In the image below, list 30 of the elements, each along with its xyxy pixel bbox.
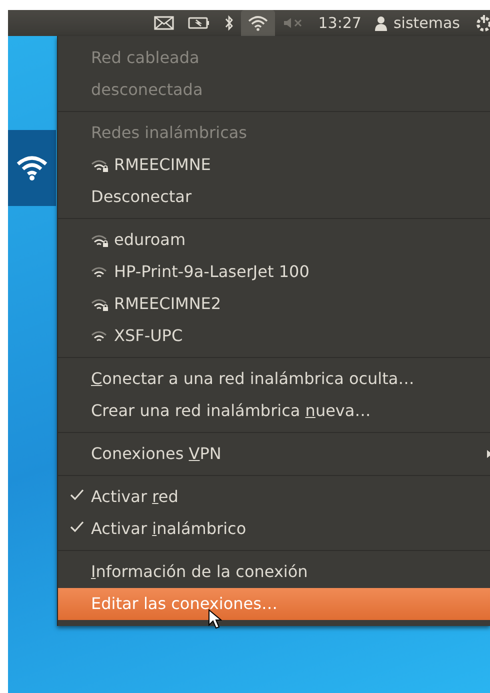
menu-item[interactable]: Conectar a una red inalámbrica oculta…	[58, 363, 490, 395]
check-icon	[70, 521, 84, 533]
check-icon	[70, 489, 84, 501]
menu-item[interactable]: XSF-UPC	[58, 320, 490, 352]
launcher-item[interactable]	[8, 130, 56, 206]
user-icon	[375, 16, 388, 30]
menu-item[interactable]: HP-Print-9a-LaserJet 100	[58, 256, 490, 288]
menu-label: Red cableada	[91, 47, 200, 69]
menu-label: desconectada	[91, 79, 203, 101]
menu-item[interactable]: Crear una red inalámbrica nueva…	[58, 395, 490, 427]
user-name[interactable]: sistemas	[390, 12, 467, 34]
wifi-icon	[16, 155, 48, 181]
menu-item[interactable]: RMEECIMNE	[58, 149, 490, 181]
wifi-icon	[248, 16, 268, 30]
mail-icon	[154, 16, 174, 30]
menu-item[interactable]: Información de la conexión	[58, 556, 490, 588]
menu-item[interactable]: eduroam	[58, 224, 490, 256]
clock[interactable]: 13:27	[311, 12, 368, 34]
menu-item[interactable]: Activar inalámbrico	[58, 513, 490, 545]
mouse-cursor-icon	[208, 609, 222, 629]
bluetooth-icon	[224, 15, 234, 31]
menu-item[interactable]: Desconectar	[58, 181, 490, 213]
menu-item[interactable]: Activar red	[58, 481, 490, 513]
gear-icon	[474, 14, 490, 32]
menu-item[interactable]: RMEECIMNE2	[58, 288, 490, 320]
battery-icon	[188, 17, 210, 29]
muted-speaker-icon	[282, 17, 304, 29]
indicator-button[interactable]	[241, 10, 276, 36]
menu-label: Redes inalámbricas	[91, 122, 248, 144]
menu-item[interactable]: Conexiones VPN	[58, 438, 490, 470]
